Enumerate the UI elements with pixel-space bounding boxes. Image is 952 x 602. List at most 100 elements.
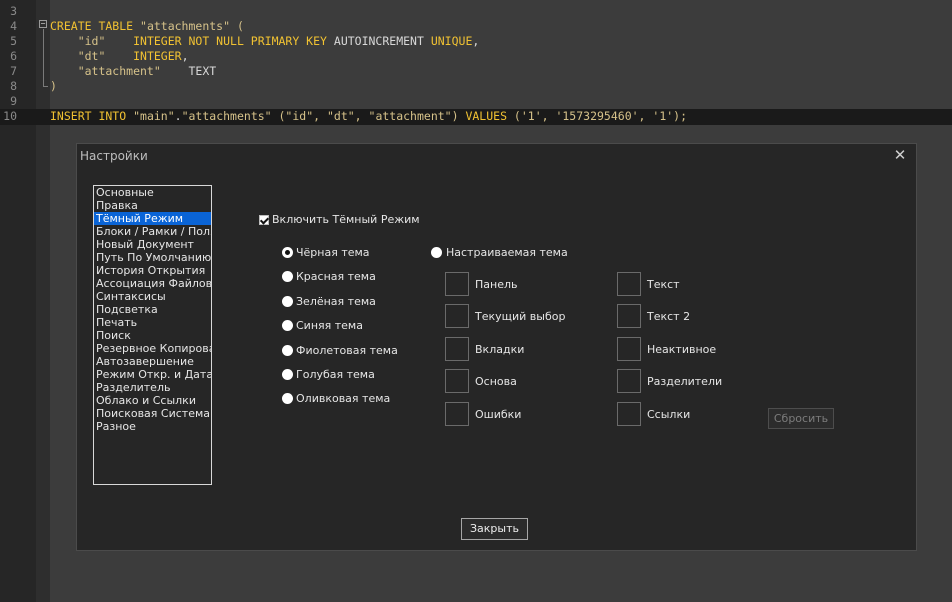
color-slot-label: Вкладки [475, 343, 525, 356]
code-line[interactable]: 4 CREATE TABLE "attachments" ( [0, 19, 952, 34]
line-number: 8 [10, 79, 17, 93]
color-slot-label: Текст [647, 278, 680, 291]
category-item[interactable]: Подсветка [94, 303, 211, 316]
category-item[interactable]: Режим Откр. и Дата [94, 368, 211, 381]
theme-radio[interactable] [282, 296, 293, 307]
color-swatch[interactable] [445, 337, 469, 361]
code-line[interactable]: 9 [0, 94, 952, 109]
code-text: ) [50, 79, 57, 94]
category-item[interactable]: Новый Документ [94, 238, 211, 251]
category-item[interactable]: Поисковая Система [94, 407, 211, 420]
code-line[interactable]: 10 INSERT INTO "main"."attachments" ("id"… [0, 109, 952, 125]
category-item[interactable]: Разное [94, 420, 211, 433]
code-token: INSERT INTO [50, 109, 134, 123]
category-item[interactable]: Резервное Копирование [94, 342, 211, 355]
enable-dark-mode-checkbox[interactable] [259, 215, 269, 225]
theme-radio-label: Красная тема [296, 270, 376, 283]
color-swatch[interactable] [617, 272, 641, 296]
code-token: TEXT [188, 64, 217, 78]
code-token: VALUES [465, 109, 514, 123]
close-button[interactable]: Закрыть [461, 518, 528, 540]
code-token: "main" [133, 109, 175, 123]
code-token: "dt" [50, 49, 134, 63]
code-token: "attachments" ("id", "dt", "attachment") [181, 109, 466, 123]
color-slot-label: Панель [475, 278, 518, 291]
code-token: , [181, 49, 189, 63]
enable-dark-mode-label: Включить Тёмный Режим [272, 213, 420, 226]
theme-radio[interactable] [282, 369, 293, 380]
code-token: , [472, 34, 480, 48]
reset-button[interactable]: Сбросить [768, 408, 834, 429]
theme-radio-label: Голубая тема [296, 368, 375, 381]
theme-radio[interactable] [282, 393, 293, 404]
color-swatch[interactable] [445, 272, 469, 296]
color-slot-label: Текст 2 [647, 310, 691, 323]
category-item[interactable]: Разделитель [94, 381, 211, 394]
code-token: "attachment" [50, 64, 189, 78]
custom-theme-label: Настраиваемая тема [446, 246, 568, 259]
theme-radio[interactable] [282, 247, 293, 258]
category-item[interactable]: Синтаксисы [94, 290, 211, 303]
radio-custom-theme[interactable] [431, 247, 442, 258]
fold-toggle-icon[interactable]: − [39, 20, 47, 28]
line-number: 5 [10, 34, 17, 48]
line-number: 3 [10, 4, 17, 18]
color-slot-label: Ошибки [475, 408, 522, 421]
category-item[interactable]: История Открытия [94, 264, 211, 277]
fold-guide-end [43, 86, 48, 87]
category-item[interactable]: Тёмный Режим [94, 212, 211, 225]
code-text: INSERT INTO "main"."attachments" ("id", … [50, 109, 687, 124]
theme-radio[interactable] [282, 345, 293, 356]
theme-radio-label: Чёрная тема [296, 246, 370, 259]
settings-dialog: Настройки ✕ Основные Правка Тёмный Режим Бл… [76, 143, 917, 551]
category-item[interactable]: Поиск [94, 329, 211, 342]
theme-radio-label: Оливковая тема [296, 392, 391, 405]
color-swatch[interactable] [445, 402, 469, 426]
category-list[interactable]: Основные Правка Тёмный Режим Блоки / Рамки … [93, 185, 212, 485]
code-token: ) [50, 79, 57, 93]
color-swatch[interactable] [617, 304, 641, 328]
category-item[interactable]: Ассоциация Файлов [94, 277, 211, 290]
category-item[interactable]: Основные [94, 186, 211, 199]
category-item[interactable]: Облако и Ссылки [94, 394, 211, 407]
code-token: "id" [50, 34, 134, 48]
color-swatch[interactable] [445, 369, 469, 393]
category-item[interactable]: Блоки / Рамки / Поля [94, 225, 211, 238]
color-swatch[interactable] [445, 304, 469, 328]
category-item[interactable]: Путь По Умолчанию [94, 251, 211, 264]
code-line[interactable]: 8) [0, 79, 952, 94]
line-number: 6 [10, 49, 17, 63]
code-text: "id" INTEGER NOT NULL PRIMARY KEY AUTOIN… [50, 34, 480, 49]
code-line[interactable]: 6 "dt" INTEGER, [0, 49, 952, 64]
code-token: INTEGER NOT NULL PRIMARY KEY [133, 34, 334, 48]
code-line[interactable]: 5 "id" INTEGER NOT NULL PRIMARY KEY AUTO… [0, 34, 952, 49]
code-token: INTEGER [133, 49, 182, 63]
color-swatch[interactable] [617, 337, 641, 361]
code-line[interactable]: 7 "attachment" TEXT [0, 64, 952, 79]
color-slot-label: Ссылки [647, 408, 691, 421]
line-number: 10 [3, 109, 17, 123]
line-number: 9 [10, 94, 17, 108]
close-icon[interactable]: ✕ [892, 147, 908, 163]
code-token: UNIQUE [430, 34, 473, 48]
color-swatch[interactable] [617, 369, 641, 393]
color-slot-label: Текущий выбор [475, 310, 566, 323]
color-swatch[interactable] [617, 402, 641, 426]
category-item[interactable]: Печать [94, 316, 211, 329]
category-item[interactable]: Автозавершение [94, 355, 211, 368]
line-number: 7 [10, 64, 17, 78]
code-token: AUTOINCREMENT [333, 34, 431, 48]
dialog-title: Настройки [80, 149, 148, 163]
code-line[interactable]: 3 [0, 4, 952, 19]
code-text: "attachment" TEXT [50, 64, 217, 79]
color-slot-label: Основа [475, 375, 517, 388]
theme-radio-label: Синяя тема [296, 319, 363, 332]
code-token: "attachments" ( [140, 19, 244, 33]
theme-radio[interactable] [282, 271, 293, 282]
category-item[interactable]: Правка [94, 199, 211, 212]
color-slot-label: Неактивное [647, 343, 717, 356]
code-text: "dt" INTEGER, [50, 49, 189, 64]
line-number: 4 [10, 19, 17, 33]
code-token: CREATE TABLE [50, 19, 141, 33]
theme-radio[interactable] [282, 320, 293, 331]
